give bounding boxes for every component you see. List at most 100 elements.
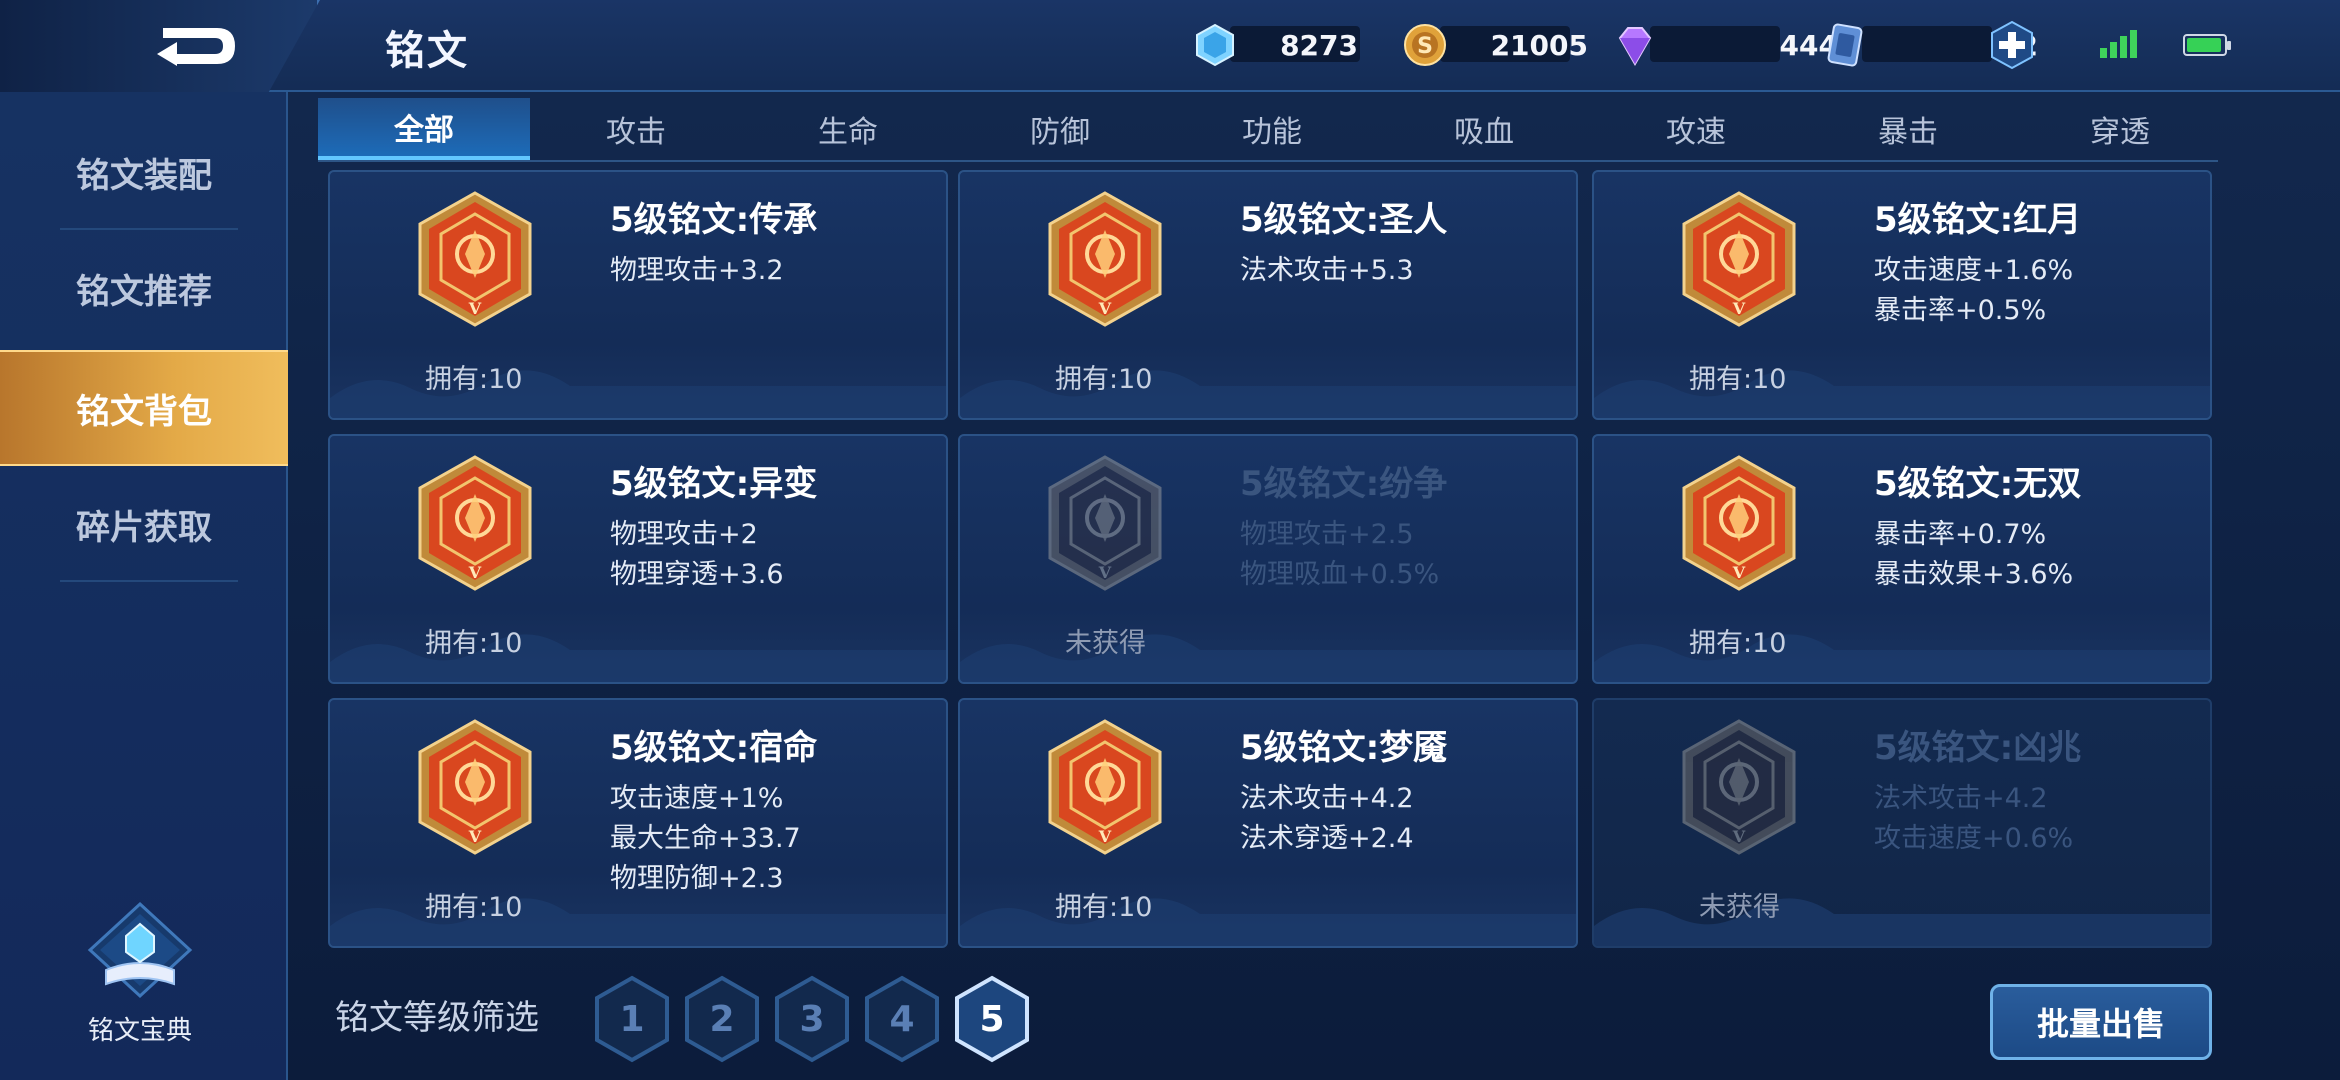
level-number: 1 [619, 998, 645, 1040]
inscription-stat: 物理穿透+3.6 [610, 559, 784, 590]
inscription-stat: 物理攻击+3.2 [610, 255, 784, 286]
inscription-emblem-icon: V [1682, 719, 1796, 855]
tab-function[interactable]: 功能 [1166, 98, 1378, 160]
level-filter-label: 铭文等级筛选 [335, 998, 539, 1038]
resource-diamond[interactable]: 8273 [1192, 20, 1358, 70]
inscription-owned-count: 拥有:10 [1055, 364, 1153, 395]
inscription-name: 5级铭文:异变 [610, 464, 818, 504]
inscription-card[interactable]: V 5级铭文:无双 暴击率+0.7% 暴击效果+3.6% 拥有:10 [1592, 434, 2212, 684]
inscription-emblem-icon: V [1682, 455, 1796, 591]
resource-gold[interactable]: S 21005 [1402, 20, 1588, 70]
inscription-name: 5级铭文:凶兆 [1874, 728, 2082, 768]
batch-sell-button[interactable]: 批量出售 [1990, 984, 2212, 1060]
level-filter-3[interactable]: 3 [772, 974, 852, 1064]
inscription-owned-count: 未获得 [1065, 628, 1146, 659]
svg-text:V: V [1098, 563, 1112, 582]
level-number: 3 [799, 998, 825, 1040]
card-wave-decoration [1594, 634, 2210, 682]
svg-text:V: V [468, 563, 482, 582]
tab-all[interactable]: 全部 [318, 98, 530, 160]
tab-label: 暴击 [1878, 115, 1938, 150]
inscription-stat: 法术穿透+2.4 [1240, 823, 1414, 854]
inscription-card[interactable]: V 5级铭文:圣人法术攻击+5.3 拥有:10 [958, 170, 1578, 420]
back-button[interactable] [0, 0, 320, 92]
level-filter-2[interactable]: 2 [682, 974, 762, 1064]
gold-coin-icon: S [1404, 24, 1446, 66]
inscription-name: 5级铭文:梦魇 [1240, 728, 1448, 768]
inscription-name: 5级铭文:传承 [610, 200, 818, 240]
inscription-owned-count: 拥有:10 [425, 892, 523, 923]
sidebar: 铭文装配 铭文推荐 铭文背包 碎片获取 铭文宝典 [0, 92, 288, 1080]
sidebar-item-recommend[interactable]: 铭文推荐 [0, 230, 288, 346]
level-number: 5 [979, 998, 1005, 1040]
sidebar-item-label: 铭文背包 [76, 391, 212, 432]
tab-lifesteal[interactable]: 吸血 [1378, 98, 1590, 160]
tab-health[interactable]: 生命 [742, 98, 954, 160]
tab-critical[interactable]: 暴击 [1802, 98, 2014, 160]
tab-label: 全部 [394, 113, 454, 148]
purple-gem-count: 444 [1779, 28, 1838, 62]
inscription-card[interactable]: V 5级铭文:纷争物理攻击+2.5 物理吸血+0.5% 未获得 [958, 434, 1578, 684]
diamond-count: 8273 [1280, 28, 1358, 62]
batch-sell-label: 批量出售 [2036, 1005, 2165, 1043]
codex-button[interactable]: 铭文宝典 [70, 900, 210, 1070]
level-filter-1[interactable]: 1 [592, 974, 672, 1064]
svg-text:V: V [468, 827, 482, 846]
divider [60, 580, 238, 582]
sidebar-item-label: 铭文装配 [76, 155, 212, 196]
level-filter-4[interactable]: 4 [862, 974, 942, 1064]
card-wave-decoration [330, 634, 946, 682]
svg-text:V: V [1098, 299, 1112, 318]
tab-defense[interactable]: 防御 [954, 98, 1166, 160]
svg-text:S: S [1417, 34, 1433, 59]
inscription-name: 5级铭文:红月 [1874, 200, 2082, 240]
inscription-card[interactable]: V 5级铭文:凶兆 法术攻击+4.2 攻击速度+0.6% 未获得 [1592, 698, 2212, 948]
inscription-emblem-icon: V [1048, 455, 1162, 591]
inscription-stat: 法术攻击+4.2 [1240, 783, 1414, 814]
inscription-stat: 物理攻击+2.5 [1240, 519, 1414, 550]
category-tabs: 全部 攻击 生命 防御 功能 吸血 攻速 暴击 穿透 [318, 98, 2218, 162]
inscription-stat: 攻击速度+0.6% [1874, 823, 2074, 854]
inscription-emblem-icon: V [418, 191, 532, 327]
diamond-icon [1196, 23, 1234, 67]
inscription-emblem-icon: V [1048, 719, 1162, 855]
inscription-card[interactable]: V 5级铭文:宿命 攻击速度+1% 最大生命+33.7 物理防御+2.3 拥有:10 [328, 698, 948, 948]
sidebar-item-equip[interactable]: 铭文装配 [0, 114, 288, 230]
inscription-name: 5级铭文:纷争 [1240, 464, 1448, 504]
svg-text:V: V [1732, 299, 1746, 318]
card-wave-decoration [960, 370, 1576, 418]
inscription-emblem-icon: V [1048, 191, 1162, 327]
tab-attack[interactable]: 攻击 [530, 98, 742, 160]
inscription-owned-count: 拥有:10 [1689, 628, 1787, 659]
sidebar-item-label: 铭文推荐 [76, 271, 212, 312]
svg-text:V: V [468, 299, 482, 318]
sidebar-item-fragments[interactable]: 碎片获取 [0, 466, 288, 582]
inscription-stat: 物理防御+2.3 [610, 863, 784, 894]
inscription-stat: 法术攻击+5.3 [1240, 255, 1414, 286]
card-ticket-icon [1827, 23, 1863, 67]
tab-penetration[interactable]: 穿透 [2014, 98, 2226, 160]
level-filter-5[interactable]: 5 [952, 974, 1032, 1064]
inscription-stat: 暴击率+0.5% [1874, 295, 2047, 326]
level-number: 2 [709, 998, 735, 1040]
inscription-card[interactable]: V 5级铭文:异变 物理攻击+2 物理穿透+3.6 拥有:10 [328, 434, 948, 684]
tab-label: 攻击 [606, 115, 666, 150]
card-wave-decoration [960, 898, 1576, 946]
inscription-emblem-icon: V [1682, 191, 1796, 327]
inscription-card[interactable]: V 5级铭文:传承 物理攻击+3.2 拥有:10 [328, 170, 948, 420]
inscription-stat: 攻击速度+1% [610, 783, 784, 814]
resource-purple-gem[interactable]: 444 [1612, 20, 1838, 70]
inscription-stat: 物理吸血+0.5% [1240, 559, 1440, 590]
inscription-card[interactable]: V 5级铭文:红月 攻击速度+1.6% 暴击率+0.5% 拥有:10 [1592, 170, 2212, 420]
sidebar-item-bag[interactable]: 铭文背包 [0, 350, 288, 466]
tab-label: 穿透 [2090, 115, 2150, 150]
card-wave-decoration [960, 634, 1576, 682]
inscription-emblem-icon: V [418, 455, 532, 591]
inscription-stat: 法术攻击+4.2 [1874, 783, 2048, 814]
inscription-card[interactable]: V 5级铭文:梦魇 法术攻击+4.2 法术穿透+2.4 拥有:10 [958, 698, 1578, 948]
inscription-name: 5级铭文:圣人 [1240, 200, 1448, 240]
tab-label: 功能 [1242, 115, 1302, 150]
purple-gem-icon [1618, 27, 1652, 67]
tab-attack-speed[interactable]: 攻速 [1590, 98, 1802, 160]
add-plus-icon[interactable] [1987, 20, 2037, 70]
